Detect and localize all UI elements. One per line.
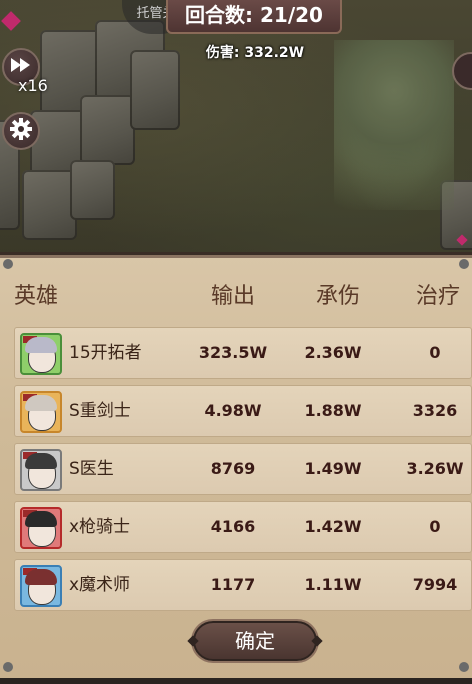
rock-wall	[130, 50, 180, 130]
battle-stats-panel: 英雄 输出 承伤 治疗 15开拓者 323.5W 2.36W 0 S重剑士 4.…	[0, 252, 472, 684]
tree-foliage	[334, 40, 454, 210]
hero-hair	[25, 337, 57, 353]
hero-row: x魔术师 1177 1.11W 7994	[14, 559, 472, 611]
settings-button[interactable]	[2, 112, 40, 150]
header-output: 输出	[210, 284, 255, 309]
hero-name: S重剑士	[69, 401, 131, 421]
panel-rivet	[3, 662, 13, 672]
hero-hair	[25, 395, 57, 411]
stats-header: 英雄 输出 承伤 治疗	[0, 277, 472, 317]
hero-hair	[25, 569, 57, 585]
hero-output: 323.5W	[198, 343, 268, 362]
hero-healing: 0	[429, 517, 441, 536]
hero-portrait[interactable]	[20, 565, 62, 607]
rock-wall	[22, 170, 77, 240]
header-damage-taken: 承伤	[315, 284, 360, 309]
hero-row: x枪骑士 4166 1.42W 0	[14, 501, 472, 553]
hero-healing: 3326	[412, 401, 458, 420]
hero-name: S医生	[69, 459, 114, 479]
hero-hair	[25, 511, 57, 527]
hero-row: S重剑士 4.98W 1.88W 3326	[14, 385, 472, 437]
hero-output: 1177	[210, 575, 256, 594]
hero-healing: 3.26W	[406, 459, 464, 478]
total-damage: 伤害: 332.2W	[205, 45, 305, 61]
hero-healing: 0	[429, 343, 441, 362]
hero-damage-taken: 1.42W	[304, 517, 362, 536]
hero-portrait[interactable]	[20, 391, 62, 433]
hero-portrait[interactable]	[20, 507, 62, 549]
confirm-button[interactable]: 确定	[193, 621, 317, 661]
hero-row: S医生 8769 1.49W 3.26W	[14, 443, 472, 495]
header-hero: 英雄	[14, 284, 59, 309]
hero-output: 4.98W	[204, 401, 262, 420]
hero-name: 15开拓者	[69, 343, 142, 363]
gear-icon	[9, 117, 33, 145]
hero-healing: 7994	[412, 575, 458, 594]
rock-wall	[70, 160, 115, 220]
fast-forward-icon	[10, 57, 32, 77]
battle-scene	[0, 0, 472, 262]
panel-rivet	[459, 662, 469, 672]
crystal	[1, 11, 21, 31]
hero-portrait[interactable]	[20, 449, 62, 491]
hero-stats-list: 15开拓者 323.5W 2.36W 0 S重剑士 4.98W 1.88W 33…	[14, 327, 472, 617]
hero-damage-taken: 2.36W	[304, 343, 362, 362]
panel-rivet	[3, 259, 13, 269]
hero-damage-taken: 1.11W	[304, 575, 362, 594]
panel-bottom-border	[0, 678, 472, 684]
hero-name: x枪骑士	[69, 517, 131, 537]
hero-damage-taken: 1.88W	[304, 401, 362, 420]
hero-row: 15开拓者 323.5W 2.36W 0	[14, 327, 472, 379]
hero-output: 4166	[210, 517, 256, 536]
hero-damage-taken: 1.49W	[304, 459, 362, 478]
hero-name: x魔术师	[69, 575, 131, 595]
hero-output: 8769	[210, 459, 256, 478]
panel-rivet	[459, 259, 469, 269]
hero-hair	[25, 453, 57, 469]
header-healing: 治疗	[415, 284, 460, 309]
speed-multiplier: x16	[18, 76, 48, 95]
rock-wall	[80, 95, 135, 165]
hero-portrait[interactable]	[20, 333, 62, 375]
round-counter: 回合数: 21/20	[166, 0, 342, 34]
